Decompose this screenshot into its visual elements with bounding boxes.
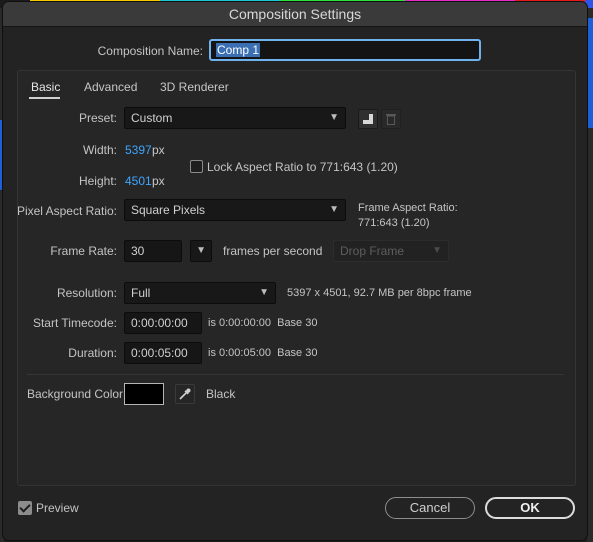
background-right-edge <box>587 8 593 542</box>
divider <box>27 374 564 375</box>
start-timecode-label: Start Timecode: <box>32 316 117 330</box>
trash-icon[interactable] <box>381 109 401 129</box>
chevron-down-icon: ▼ <box>329 112 339 123</box>
save-preset-icon[interactable] <box>358 109 378 129</box>
duration-label: Duration: <box>68 346 117 360</box>
chevron-down-icon: ▼ <box>259 287 269 298</box>
width-value[interactable]: 5397 <box>125 143 152 157</box>
chevron-down-icon: ▼ <box>196 245 206 256</box>
ok-button[interactable]: OK <box>485 497 575 519</box>
frame-aspect-label: Frame Aspect Ratio: <box>358 202 458 214</box>
tab-3d-renderer[interactable]: 3D Renderer <box>160 80 229 94</box>
drop-frame-value: Drop Frame <box>340 244 405 258</box>
tab-basic[interactable]: Basic <box>31 80 60 94</box>
tab-advanced[interactable]: Advanced <box>84 80 137 94</box>
active-tab-indicator <box>29 97 60 99</box>
resolution-value: Full <box>131 286 151 300</box>
settings-panel <box>17 70 576 486</box>
chevron-down-icon: ▼ <box>329 204 339 215</box>
resolution-dropdown[interactable]: Full ▼ <box>124 282 276 304</box>
duration-info: is 0:00:05:00 Base 30 <box>208 347 318 359</box>
composition-name-input[interactable]: Comp 1 <box>209 39 481 61</box>
background-color-label: Background Color: <box>27 387 127 401</box>
height-unit: px <box>152 174 165 188</box>
preset-label: Preset: <box>78 111 117 125</box>
height-label: Height: <box>78 174 117 188</box>
composition-name-label: Composition Name: <box>97 44 203 58</box>
lock-aspect-checkbox[interactable] <box>190 160 203 173</box>
background-color-swatch[interactable] <box>124 383 164 405</box>
preset-value: Custom <box>131 111 173 125</box>
window-title: Composition Settings <box>3 2 587 27</box>
width-unit: px <box>152 143 165 157</box>
resolution-label: Resolution: <box>56 286 117 300</box>
frame-rate-unit: frames per second <box>223 244 323 258</box>
preset-dropdown[interactable]: Custom ▼ <box>124 107 346 129</box>
start-timecode-input[interactable]: 0:00:00:00 <box>124 312 202 334</box>
height-value[interactable]: 4501 <box>125 174 152 188</box>
background-color-name: Black <box>206 387 236 401</box>
frame-rate-dropdown[interactable]: ▼ <box>190 240 212 262</box>
lock-aspect-label: Lock Aspect Ratio to 771:643 (1.20) <box>207 160 398 174</box>
cancel-button[interactable]: Cancel <box>385 497 475 519</box>
frame-rate-label: Frame Rate: <box>50 244 117 258</box>
pixel-aspect-label: Pixel Aspect Ratio: <box>16 204 117 218</box>
duration-input[interactable]: 0:00:05:00 <box>124 342 202 364</box>
composition-settings-dialog: Composition Settings Composition Name: C… <box>3 2 587 540</box>
frame-aspect-value: 771:643 (1.20) <box>358 217 430 229</box>
resolution-info: 5397 x 4501, 92.7 MB per 8bpc frame <box>287 287 472 299</box>
pixel-aspect-value: Square Pixels <box>131 203 206 217</box>
start-timecode-info: is 0:00:00:00 Base 30 <box>208 317 318 329</box>
width-label: Width: <box>82 143 117 157</box>
preview-checkbox[interactable] <box>18 501 32 515</box>
chevron-down-icon: ▼ <box>432 245 442 256</box>
preview-label: Preview <box>36 501 79 515</box>
frame-rate-input[interactable]: 30 <box>124 240 182 262</box>
composition-name-value: Comp 1 <box>216 43 261 57</box>
eyedropper-icon[interactable] <box>175 384 195 404</box>
drop-frame-dropdown[interactable]: Drop Frame ▼ <box>333 240 449 262</box>
pixel-aspect-dropdown[interactable]: Square Pixels ▼ <box>124 199 346 221</box>
